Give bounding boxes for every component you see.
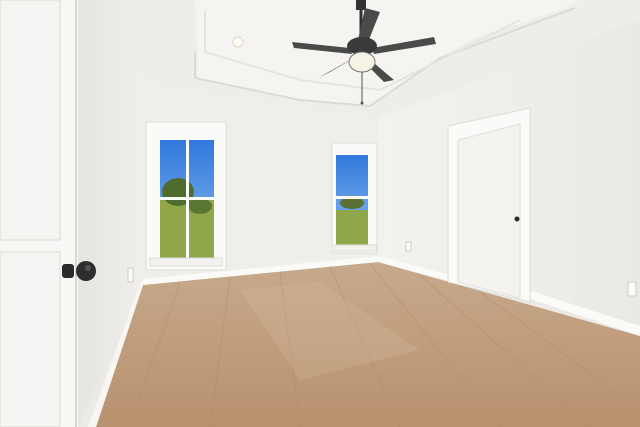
window-right	[331, 142, 378, 254]
door-knob-icon[interactable]	[62, 261, 96, 281]
door-knob-icon[interactable]	[514, 216, 520, 222]
empty-room-photo	[0, 0, 640, 427]
wall-outlet	[405, 241, 412, 252]
window-left	[145, 121, 227, 271]
interior-door[interactable]	[447, 107, 531, 303]
wall-outlet	[627, 281, 637, 297]
wall-outlet	[127, 267, 134, 283]
recessed-light	[232, 36, 244, 48]
